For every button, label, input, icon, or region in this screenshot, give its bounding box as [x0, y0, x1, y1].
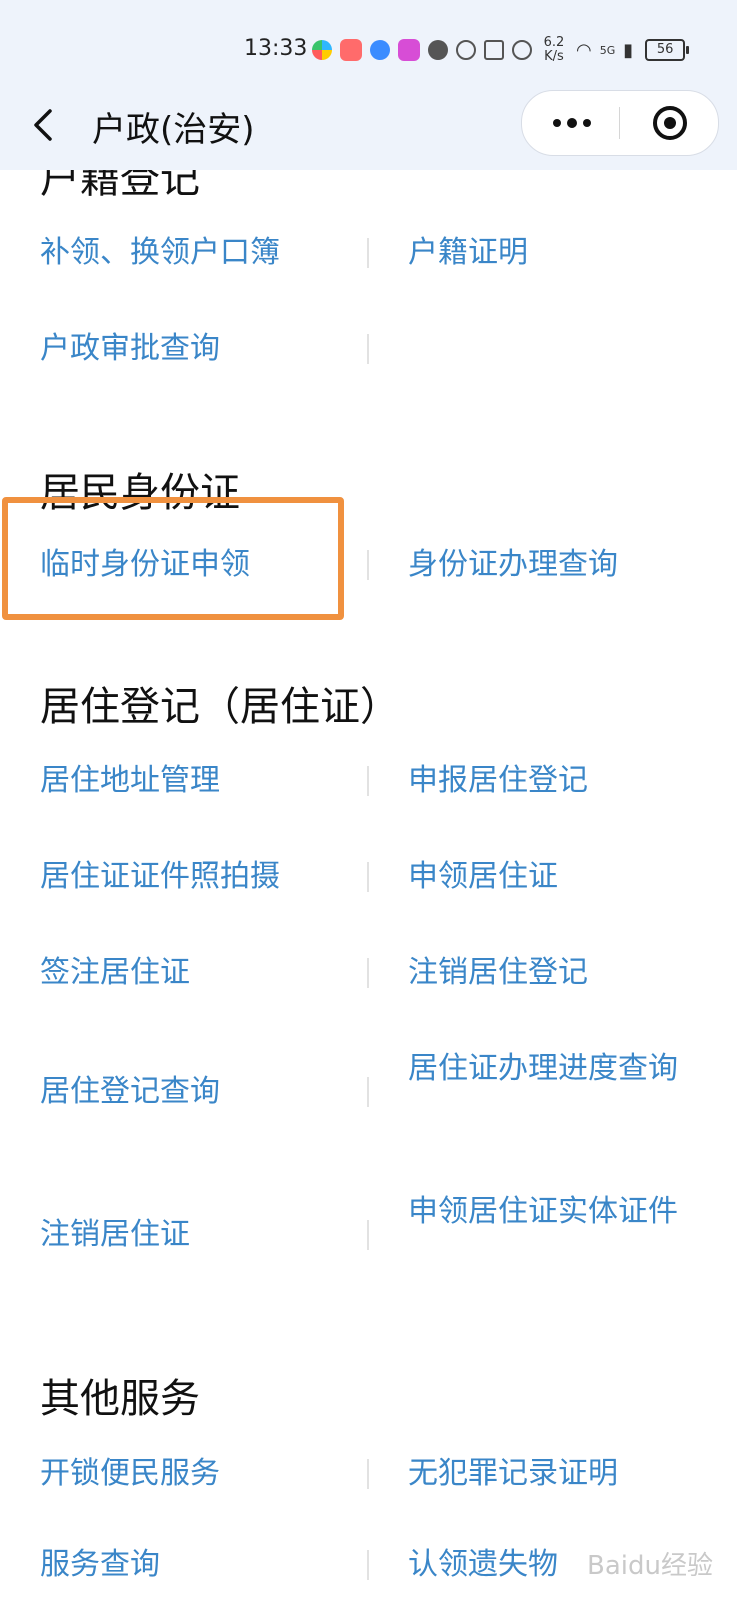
browser-icon	[370, 40, 390, 60]
section-title-household: 户籍登记	[40, 170, 200, 202]
battery-indicator: 56	[645, 39, 690, 61]
link-household-certificate[interactable]: 户籍证明	[408, 230, 698, 276]
shopping-app-icon	[340, 39, 362, 61]
link-endorse-residence-permit[interactable]: 签注居住证	[40, 950, 340, 996]
section-title-residence: 居住登记（居住证）	[40, 684, 400, 730]
column-divider	[367, 238, 369, 268]
vpn-icon	[456, 40, 476, 60]
column-divider	[367, 334, 369, 364]
link-household-approval-query[interactable]: 户政审批查询	[40, 326, 340, 372]
status-time: 13:33	[244, 36, 308, 61]
column-divider	[367, 766, 369, 796]
link-residence-permit-photo[interactable]: 居住证证件照拍摄	[40, 854, 340, 900]
link-residence-address-management[interactable]: 居住地址管理	[40, 758, 340, 804]
column-divider	[367, 550, 369, 580]
service-list[interactable]: 户籍登记 补领、换领户口簿 户籍证明 户政审批查询 居民身份证 临时身份证申领 …	[0, 170, 737, 1600]
link-cancel-residence-registration[interactable]: 注销居住登记	[408, 950, 698, 996]
back-arrow-icon[interactable]	[30, 105, 60, 145]
alarm-icon	[512, 40, 532, 60]
link-residence-permit-progress-query[interactable]: 居住证办理进度查询	[408, 1046, 698, 1092]
capsule-divider	[619, 107, 620, 139]
link-id-processing-query[interactable]: 身份证办理查询	[408, 542, 698, 588]
section-title-other: 其他服务	[40, 1376, 200, 1422]
link-declare-residence-registration[interactable]: 申报居住登记	[408, 758, 698, 804]
highlight-box	[2, 497, 344, 620]
close-mini-program-icon[interactable]	[652, 105, 688, 141]
link-service-query[interactable]: 服务查询	[40, 1542, 340, 1588]
column-divider	[367, 862, 369, 892]
status-icons: 6.2 K/s ◠ 5G ▮ 56	[312, 35, 690, 64]
network-speed: 6.2 K/s	[543, 35, 565, 64]
link-residence-registration-query[interactable]: 居住登记查询	[40, 1069, 340, 1115]
link-replace-household-register[interactable]: 补领、换领户口簿	[40, 230, 340, 276]
app-notification-icon	[312, 40, 332, 60]
link-apply-physical-residence-permit[interactable]: 申领居住证实体证件	[408, 1189, 698, 1235]
page-title: 户政(治安)	[92, 110, 255, 150]
column-divider	[367, 1550, 369, 1580]
column-divider	[367, 1459, 369, 1489]
network-type: 5G	[599, 43, 616, 57]
nfc-icon	[484, 40, 504, 60]
column-divider	[367, 958, 369, 988]
column-divider	[367, 1077, 369, 1107]
signal-icon: ▮	[623, 39, 634, 61]
mini-program-capsule	[521, 90, 719, 156]
link-apply-residence-permit[interactable]: 申领居住证	[408, 854, 698, 900]
link-cancel-residence-permit[interactable]: 注销居住证	[40, 1212, 340, 1258]
link-unlock-service[interactable]: 开锁便民服务	[40, 1451, 340, 1497]
navigation-bar: 户政(治安)	[0, 80, 737, 170]
wifi-icon: ◠	[576, 39, 592, 61]
column-divider	[367, 1220, 369, 1250]
more-options-icon[interactable]	[550, 110, 594, 136]
watermark: Baidu经验	[587, 1551, 713, 1581]
message-icon	[428, 40, 448, 60]
link-no-criminal-record[interactable]: 无犯罪记录证明	[408, 1451, 698, 1497]
video-app-icon	[398, 39, 420, 61]
